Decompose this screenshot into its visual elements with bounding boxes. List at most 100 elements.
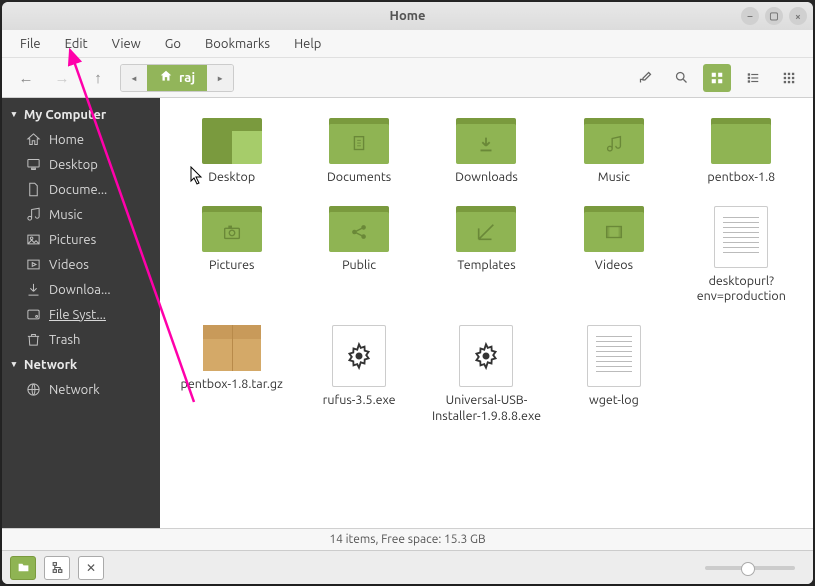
icon-view-button[interactable]: [703, 64, 731, 92]
file-label: Public: [342, 258, 376, 274]
menu-go[interactable]: Go: [153, 33, 193, 55]
file-item[interactable]: wget-log: [552, 321, 675, 428]
menu-file[interactable]: File: [8, 33, 53, 55]
file-item[interactable]: rufus-3.5.exe: [297, 321, 420, 428]
menu-view[interactable]: View: [100, 33, 153, 55]
sidebar-item-label: Home: [49, 133, 84, 147]
path-location[interactable]: raj: [147, 65, 207, 91]
file-item[interactable]: pentbox-1.8.tar.gz: [170, 321, 293, 428]
forward-button[interactable]: →: [48, 64, 76, 92]
file-item[interactable]: Downloads: [425, 114, 548, 190]
folder-icon: [202, 118, 262, 164]
titlebar[interactable]: Home ‒ ▢ ×: [2, 2, 813, 30]
content-area[interactable]: DesktopDocumentsDownloadsMusicpentbox-1.…: [160, 98, 813, 528]
folder-icon: [584, 118, 644, 164]
file-item[interactable]: Universal-USB-Installer-1.9.8.8.exe: [425, 321, 548, 428]
back-button[interactable]: ←: [12, 64, 40, 92]
show-places-button[interactable]: [10, 556, 36, 580]
sidebar-section-label: My Computer: [24, 108, 106, 122]
folder-icon: [329, 118, 389, 164]
sidebar-item-desktop[interactable]: Desktop: [2, 152, 160, 177]
maximize-button[interactable]: ▢: [765, 7, 783, 25]
file-label: Documents: [327, 170, 391, 186]
folder-icon: [711, 118, 771, 164]
sidebar-item-label: Pictures: [49, 233, 96, 247]
file-label: Desktop: [208, 170, 255, 186]
file-item[interactable]: Documents: [297, 114, 420, 190]
file-manager-window: Home ‒ ▢ × File Edit View Go Bookmarks H…: [2, 2, 813, 584]
sidebar-item-download[interactable]: Downloa...: [2, 277, 160, 302]
file-label: Downloads: [455, 170, 518, 186]
pathbar: ◂ raj ▸: [120, 64, 234, 92]
executable-icon: [459, 325, 513, 387]
file-item[interactable]: Desktop: [170, 114, 293, 190]
sidebar-item-home[interactable]: Home: [2, 127, 160, 152]
sidebar-item-document[interactable]: Docume...: [2, 177, 160, 202]
up-button[interactable]: ↑: [84, 64, 112, 92]
sidebar-item-label: Desktop: [49, 158, 98, 172]
trash-icon: [26, 332, 41, 347]
zoom-slider[interactable]: [705, 566, 795, 570]
file-label: Videos: [595, 258, 633, 274]
sidebar-section-label: Network: [24, 358, 77, 372]
file-label: Templates: [457, 258, 515, 274]
sidebar-item-trash[interactable]: Trash: [2, 327, 160, 352]
close-button[interactable]: ×: [789, 7, 807, 25]
status-text: 14 items, Free space: 15.3 GB: [329, 533, 485, 546]
chevron-down-icon: ▾: [10, 107, 18, 122]
path-next-button[interactable]: ▸: [207, 65, 233, 91]
close-sidebar-button[interactable]: ✕: [78, 556, 104, 580]
minimize-button[interactable]: ‒: [741, 7, 759, 25]
window-title: Home: [390, 9, 426, 23]
menu-help[interactable]: Help: [282, 33, 333, 55]
file-label: Universal-USB-Installer-1.9.8.8.exe: [431, 393, 541, 424]
folder-icon: [329, 206, 389, 252]
menu-edit[interactable]: Edit: [53, 33, 100, 55]
file-grid: DesktopDocumentsDownloadsMusicpentbox-1.…: [170, 114, 803, 428]
path-label: raj: [179, 71, 195, 85]
sidebar: ▾ My Computer Home Desktop Docume... Music Pic…: [2, 98, 160, 528]
file-item[interactable]: Music: [552, 114, 675, 190]
show-tree-button[interactable]: [44, 556, 70, 580]
sidebar-section-header[interactable]: ▾Network: [2, 352, 160, 377]
search-button[interactable]: [667, 64, 695, 92]
sidebar-item-pictures[interactable]: Pictures: [2, 227, 160, 252]
sidebar-item-label: Music: [49, 208, 83, 222]
file-item[interactable]: Public: [297, 202, 420, 309]
body: ▾ My Computer Home Desktop Docume... Music Pic…: [2, 98, 813, 528]
file-item[interactable]: Videos: [552, 202, 675, 309]
folder-icon: [456, 118, 516, 164]
folder-icon: [456, 206, 516, 252]
list-view-button[interactable]: [739, 64, 767, 92]
home-icon: [26, 132, 41, 147]
file-item[interactable]: desktopurl?env=production: [680, 202, 803, 309]
home-icon: [159, 69, 173, 86]
file-item[interactable]: Templates: [425, 202, 548, 309]
statusbar: 14 items, Free space: 15.3 GB: [2, 528, 813, 550]
sidebar-item-label: Downloa...: [49, 283, 111, 297]
archive-icon: [203, 325, 261, 371]
file-label: Pictures: [209, 258, 254, 274]
document-icon: [26, 182, 41, 197]
sidebar-item-music[interactable]: Music: [2, 202, 160, 227]
pictures-icon: [26, 232, 41, 247]
toggle-location-button[interactable]: [631, 64, 659, 92]
file-item[interactable]: Pictures: [170, 202, 293, 309]
sidebar-item-label: Docume...: [49, 183, 107, 197]
sidebar-item-disk[interactable]: File Syst...: [2, 302, 160, 327]
path-prev-button[interactable]: ◂: [121, 65, 147, 91]
sidebar-item-label: Videos: [49, 258, 89, 272]
toolbar: ← → ↑ ◂ raj ▸: [2, 58, 813, 98]
desktop-icon: [26, 157, 41, 172]
compact-view-button[interactable]: [775, 64, 803, 92]
sidebar-item-videos[interactable]: Videos: [2, 252, 160, 277]
sidebar-item-label: Network: [49, 383, 100, 397]
menu-bookmarks[interactable]: Bookmarks: [193, 33, 282, 55]
music-icon: [26, 207, 41, 222]
sidebar-section-header[interactable]: ▾ My Computer: [2, 102, 160, 127]
file-item[interactable]: pentbox-1.8: [680, 114, 803, 190]
file-label: wget-log: [589, 393, 639, 409]
file-label: pentbox-1.8.tar.gz: [181, 377, 283, 393]
executable-icon: [332, 325, 386, 387]
sidebar-item-network[interactable]: Network: [2, 377, 160, 402]
